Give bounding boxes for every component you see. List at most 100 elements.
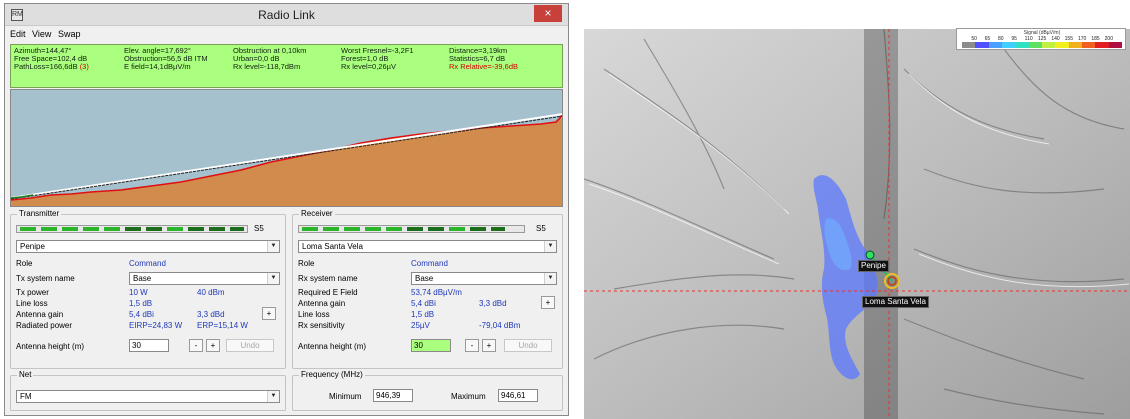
legend-swatch (1055, 42, 1070, 48)
close-button[interactable]: × (534, 5, 562, 22)
stat-rx-relative: Rx Relative=-39,6dB (449, 62, 518, 71)
tx-system-select[interactable]: Base ▼ (129, 272, 280, 285)
title-bar[interactable]: RM Radio Link × (5, 4, 568, 26)
rx-system-label: Rx system name (298, 274, 358, 283)
net-select[interactable]: FM ▼ (16, 390, 280, 403)
transmitter-label: Transmitter (17, 209, 62, 218)
tx-signal-meter (16, 225, 248, 233)
stat-rx-level-dbm: Rx level=-118,7dBm (233, 62, 301, 71)
tx-power-label: Tx power (16, 288, 49, 297)
freq-min-label: Minimum (329, 392, 362, 401)
legend-swatch (1028, 42, 1043, 48)
menu-bar: Edit View Swap (5, 27, 568, 42)
tx-undo-button[interactable]: Undo (226, 339, 274, 352)
coverage-map[interactable] (584, 29, 1130, 419)
window-title: Radio Link (258, 8, 315, 22)
rx-sens-dbm: -79,04 dBm (479, 321, 521, 330)
tx-gain-dbd: 3,3 dBd (197, 310, 225, 319)
legend-swatch (988, 42, 1003, 48)
rx-field-value: 53,74 dBµV/m (411, 288, 462, 297)
freq-max-label: Maximum (451, 392, 486, 401)
menu-edit[interactable]: Edit (10, 29, 26, 39)
rx-site-label: Loma Santa Vela (862, 296, 929, 308)
rx-loss-label: Line loss (298, 310, 330, 319)
rx-gain-dbd: 3,3 dBd (479, 299, 507, 308)
rx-gain-dbi: 5,4 dBi (411, 299, 436, 308)
rx-height-minus-button[interactable]: - (465, 339, 479, 352)
chevron-down-icon: ▼ (544, 273, 556, 284)
receiver-label: Receiver (299, 209, 335, 218)
rx-s-unit: S5 (536, 224, 546, 233)
terrain-profile-graph[interactable] (10, 89, 563, 207)
rx-height-label: Antenna height (m) (298, 342, 367, 351)
legend-swatch (1108, 42, 1123, 48)
rx-sens-label: Rx sensitivity (298, 321, 345, 330)
frequency-group: Frequency (MHz) Minimum Maximum (292, 370, 563, 411)
tx-eirp: EIRP=24,83 W (129, 321, 183, 330)
stat-rx-level-uv: Rx level=0,26µV (341, 62, 396, 71)
valley-shadow (864, 29, 898, 419)
legend-swatch (1015, 42, 1030, 48)
chevron-down-icon: ▼ (267, 241, 279, 252)
tx-site-label: Penipe (858, 260, 889, 272)
rx-role-value: Command (411, 259, 448, 268)
legend-color-bar (962, 42, 1123, 48)
rx-loss-value: 1,5 dB (411, 310, 435, 319)
terrain-relief (584, 29, 1130, 419)
tx-unit-select[interactable]: Penipe ▼ (16, 240, 280, 253)
tx-gain-plus-button[interactable]: + (262, 307, 276, 320)
rx-system-select[interactable]: Base ▼ (411, 272, 557, 285)
rx-sens-uv: 25µV (411, 321, 430, 330)
radio-link-window: RM Radio Link × Edit View Swap Azimuth=1… (4, 3, 569, 416)
legend-swatch (975, 42, 990, 48)
frequency-label: Frequency (MHz) (299, 370, 365, 379)
tx-height-plus-button[interactable]: + (206, 339, 220, 352)
rx-unit-select[interactable]: Loma Santa Vela ▼ (298, 240, 557, 253)
tx-height-label: Antenna height (m) (16, 342, 85, 351)
rx-gain-plus-button[interactable]: + (541, 296, 555, 309)
tx-height-minus-button[interactable]: - (189, 339, 203, 352)
rx-height-plus-button[interactable]: + (482, 339, 496, 352)
tx-power-dbm: 40 dBm (197, 288, 225, 297)
legend-swatch (962, 42, 976, 48)
receiver-group: Receiver S5 Loma Santa Vela ▼ Role Comma… (292, 209, 563, 369)
signal-legend: Signal (dBµV/m) 50 65 80 95 110 125 140 155 170 1… (956, 28, 1126, 50)
rx-role-label: Role (298, 259, 315, 268)
legend-swatch (1068, 42, 1083, 48)
tx-gain-dbi: 5,4 dBi (129, 310, 154, 319)
chevron-down-icon: ▼ (544, 241, 556, 252)
chevron-down-icon: ▼ (267, 273, 279, 284)
freq-min-input[interactable] (373, 389, 413, 402)
tx-erp: ERP=15,14 W (197, 321, 248, 330)
tx-s-unit: S5 (254, 224, 264, 233)
map-svg (584, 29, 1130, 419)
stat-pathloss-mode: (3) (79, 62, 89, 71)
menu-swap[interactable]: Swap (58, 29, 81, 39)
tx-site-marker[interactable] (865, 250, 875, 260)
net-label: Net (17, 370, 34, 379)
legend-swatch (1082, 42, 1096, 48)
transmitter-group: Transmitter S5 Penipe ▼ Role Command Tx … (10, 209, 286, 369)
chevron-down-icon: ▼ (267, 391, 279, 402)
rx-signal-meter (298, 225, 525, 233)
legend-swatch (1002, 42, 1016, 48)
tx-role-value: Command (129, 259, 166, 268)
stat-pathloss: PathLoss=166,6dB (3) (14, 62, 89, 71)
net-group: Net FM ▼ (10, 370, 286, 411)
legend-swatch (1095, 42, 1110, 48)
rx-field-label: Required E Field (298, 288, 358, 297)
stat-e-field: E field=14,1dBµV/m (124, 62, 191, 71)
rx-undo-button[interactable]: Undo (504, 339, 552, 352)
menu-view[interactable]: View (32, 29, 51, 39)
tx-system-label: Tx system name (16, 274, 75, 283)
profile-svg (11, 90, 562, 206)
legend-swatch (1042, 42, 1056, 48)
tx-loss-label: Line loss (16, 299, 48, 308)
tx-radiated-label: Radiated power (16, 321, 73, 330)
freq-max-input[interactable] (498, 389, 538, 402)
tx-role-label: Role (16, 259, 33, 268)
tx-gain-label: Antenna gain (16, 310, 64, 319)
tx-height-input[interactable] (129, 339, 169, 352)
rx-height-input[interactable] (411, 339, 451, 352)
rx-gain-label: Antenna gain (298, 299, 346, 308)
